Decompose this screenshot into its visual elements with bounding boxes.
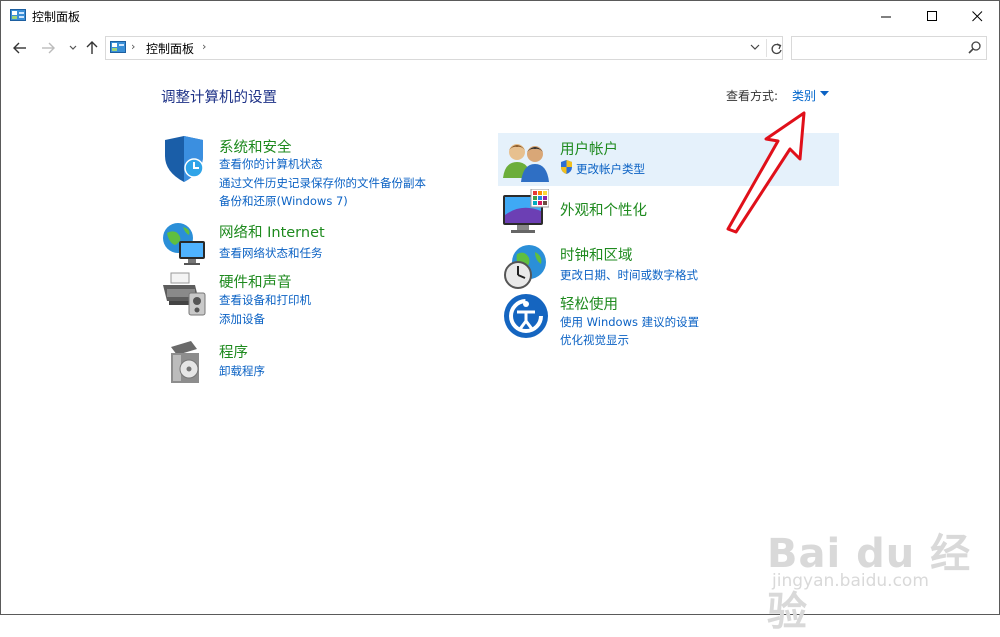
link-view-computer-status[interactable]: 查看你的计算机状态 [219, 156, 323, 172]
maximize-button[interactable] [909, 1, 955, 31]
refresh-button[interactable] [766, 39, 783, 57]
uac-shield-icon [561, 160, 572, 174]
printer-icon [163, 272, 206, 316]
chevron-down-icon[interactable] [820, 91, 829, 97]
recent-dropdown-icon [69, 45, 77, 50]
link-change-date-time-format[interactable]: 更改日期、时间或数字格式 [560, 267, 698, 283]
back-button[interactable] [11, 39, 29, 57]
title-bar[interactable]: 控制面板 [1, 1, 999, 31]
link-add-device[interactable]: 添加设备 [219, 311, 265, 327]
control-panel-icon [110, 41, 126, 53]
refresh-icon [771, 43, 782, 55]
breadcrumb-separator-icon[interactable]: › [202, 40, 206, 53]
forward-button[interactable] [39, 39, 57, 57]
maximize-icon [926, 10, 937, 21]
category-title[interactable]: 时钟和区域 [560, 244, 633, 265]
category-title[interactable]: 用户帐户 [560, 138, 618, 159]
link-file-history-backup[interactable]: 通过文件历史记录保存你的文件备份副本 [219, 175, 426, 191]
address-bar[interactable]: › 控制面板 › [105, 36, 783, 60]
clock-globe-icon [504, 245, 546, 289]
forward-arrow-icon [42, 42, 55, 54]
link-optimize-visual-display[interactable]: 优化视觉显示 [560, 332, 629, 348]
accessibility-icon [504, 294, 548, 338]
breadcrumb-separator-icon[interactable]: › [131, 40, 135, 53]
users-icon [503, 144, 549, 182]
search-input[interactable] [796, 40, 960, 56]
search-icon[interactable] [968, 41, 981, 54]
recent-locations-button[interactable] [64, 39, 82, 57]
minimize-icon [880, 16, 891, 17]
close-button[interactable] [954, 1, 1000, 31]
programs-icon [171, 341, 199, 383]
link-uninstall-program[interactable]: 卸载程序 [219, 363, 265, 379]
shield-icon [165, 136, 204, 182]
link-view-network-status[interactable]: 查看网络状态和任务 [219, 245, 323, 261]
category-title[interactable]: 硬件和声音 [219, 271, 292, 292]
category-title[interactable]: 网络和 Internet [219, 221, 325, 242]
baidu-watermark-url: jingyan.baidu.com [772, 571, 929, 591]
monitor-palette-icon [503, 189, 549, 233]
up-button[interactable] [83, 39, 101, 57]
address-history-dropdown-icon[interactable] [750, 40, 760, 54]
view-by-label: 查看方式: [726, 89, 779, 103]
category-title[interactable]: 外观和个性化 [560, 199, 647, 220]
link-change-account-type[interactable]: 更改帐户类型 [576, 161, 645, 177]
control-panel-window: 控制面板 › 控制面板 › 调整计算机的设置 查看方式: 类别 系统和安全 查看… [0, 0, 1000, 635]
link-backup-restore[interactable]: 备份和还原(Windows 7) [219, 193, 348, 209]
page-heading: 调整计算机的设置 [161, 90, 277, 106]
category-title[interactable]: 轻松使用 [560, 293, 618, 314]
back-arrow-icon [13, 42, 26, 54]
breadcrumb-control-panel[interactable]: 控制面板 [146, 40, 194, 57]
category-title[interactable]: 程序 [219, 341, 248, 362]
category-title[interactable]: 系统和安全 [219, 136, 292, 157]
red-arrow-annotation [726, 111, 806, 234]
network-globe-icon [163, 223, 205, 265]
minimize-button[interactable] [863, 1, 909, 31]
search-box[interactable] [791, 36, 987, 60]
link-devices-printers[interactable]: 查看设备和打印机 [219, 292, 311, 308]
window-title: 控制面板 [32, 10, 81, 24]
close-icon [971, 10, 982, 21]
up-arrow-icon [86, 41, 98, 54]
control-panel-icon [10, 9, 26, 21]
view-by-dropdown[interactable]: 类别 [792, 87, 816, 104]
link-windows-recommended-settings[interactable]: 使用 Windows 建议的设置 [560, 314, 699, 330]
